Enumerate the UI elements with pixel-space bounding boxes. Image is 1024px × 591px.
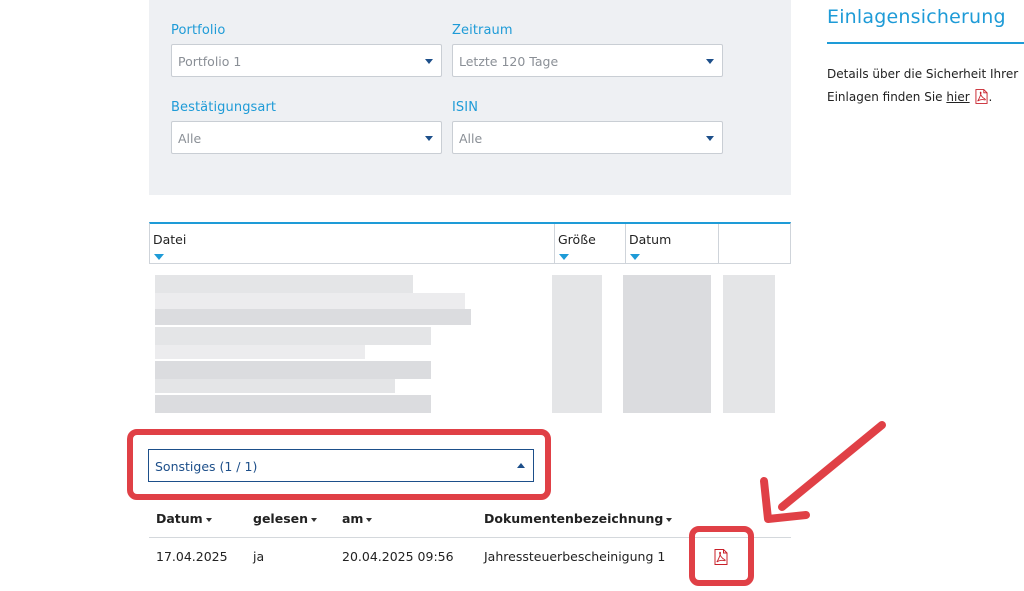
chevron-down-icon <box>706 136 714 141</box>
portfolio-select-value: Portfolio 1 <box>178 54 242 69</box>
sonstiges-section-toggle[interactable]: Sonstiges (1 / 1) <box>148 449 534 482</box>
cell-dokumentenbezeichnung: Jahressteuerbescheinigung 1 <box>484 549 666 564</box>
header-am-label: am <box>342 511 364 526</box>
sidebar-text-line2: Einlagen finden Sie hier . <box>827 89 992 104</box>
blurred-cell <box>155 345 365 359</box>
sonstiges-label: Sonstiges (1 / 1) <box>155 459 258 474</box>
sort-arrow-icon <box>366 517 373 522</box>
files-table-header: Datei Größe Datum <box>149 222 791 264</box>
sort-down-icon <box>154 254 164 260</box>
pdf-icon[interactable] <box>975 89 989 104</box>
portfolio-select[interactable]: Portfolio 1 <box>171 44 442 77</box>
isin-label: ISIN <box>452 100 479 115</box>
annotation-arrow-icon <box>760 421 886 523</box>
chevron-up-icon <box>517 463 525 468</box>
sort-arrow-icon <box>311 517 318 522</box>
bestaetigungsart-label: Bestätigungsart <box>171 100 277 115</box>
chevron-down-icon <box>425 136 433 141</box>
blurred-cell <box>155 327 431 345</box>
column-datei[interactable]: Datei <box>150 224 554 264</box>
sort-header-am[interactable]: am <box>342 511 373 526</box>
sort-down-icon <box>630 254 640 260</box>
zeitraum-select-value: Letzte 120 Tage <box>459 54 559 69</box>
blurred-cell <box>623 275 711 413</box>
sort-arrow-icon <box>205 517 212 522</box>
zeitraum-select[interactable]: Letzte 120 Tage <box>452 44 723 77</box>
header-gelesen-label: gelesen <box>253 511 309 526</box>
sidebar-text-suffix: . <box>988 90 993 104</box>
bestaetigungsart-select-value: Alle <box>178 131 202 146</box>
cell-datum: 17.04.2025 <box>156 549 228 564</box>
zeitraum-label: Zeitraum <box>452 23 513 38</box>
blurred-cell <box>723 275 775 413</box>
column-divider <box>718 224 719 264</box>
header-dokumentenbezeichnung-label: Dokumentenbezeichnung <box>484 511 664 526</box>
column-datum-label: Datum <box>629 232 672 247</box>
header-datum-label: Datum <box>156 511 203 526</box>
blurred-cell <box>552 275 602 413</box>
column-datum[interactable]: Datum <box>626 224 718 264</box>
pdf-icon[interactable] <box>714 549 728 565</box>
blurred-file-rows <box>149 265 791 415</box>
chevron-down-icon <box>425 59 433 64</box>
column-groesse[interactable]: Größe <box>555 224 625 264</box>
blurred-cell <box>155 379 395 393</box>
blurred-cell <box>155 293 465 309</box>
chevron-down-icon <box>706 59 714 64</box>
sort-header-gelesen[interactable]: gelesen <box>253 511 318 526</box>
sidebar-text-line1: Details über die Sicherheit Ihrer <box>827 67 1019 81</box>
portfolio-label: Portfolio <box>171 23 226 38</box>
cell-gelesen: ja <box>253 549 265 564</box>
bestaetigungsart-select[interactable]: Alle <box>171 121 442 154</box>
column-groesse-label: Größe <box>558 232 596 247</box>
blurred-cell <box>155 361 431 379</box>
sidebar-title: Einlagensicherung <box>827 6 1006 28</box>
isin-select-value: Alle <box>459 131 483 146</box>
blurred-cell <box>155 275 413 293</box>
column-datei-label: Datei <box>153 232 187 247</box>
blurred-cell <box>155 395 431 413</box>
sort-down-icon <box>559 254 569 260</box>
sidebar-text-prefix: Einlagen finden Sie <box>827 90 947 104</box>
sidebar-link-hier[interactable]: hier <box>946 90 969 104</box>
sort-header-datum[interactable]: Datum <box>156 511 212 526</box>
blurred-cell <box>155 309 471 325</box>
sort-header-dokumentenbezeichnung[interactable]: Dokumentenbezeichnung <box>484 511 673 526</box>
cell-am: 20.04.2025 09:56 <box>342 549 454 564</box>
isin-select[interactable]: Alle <box>452 121 723 154</box>
sidebar-title-underline <box>827 42 1024 44</box>
sort-arrow-icon <box>666 517 673 522</box>
